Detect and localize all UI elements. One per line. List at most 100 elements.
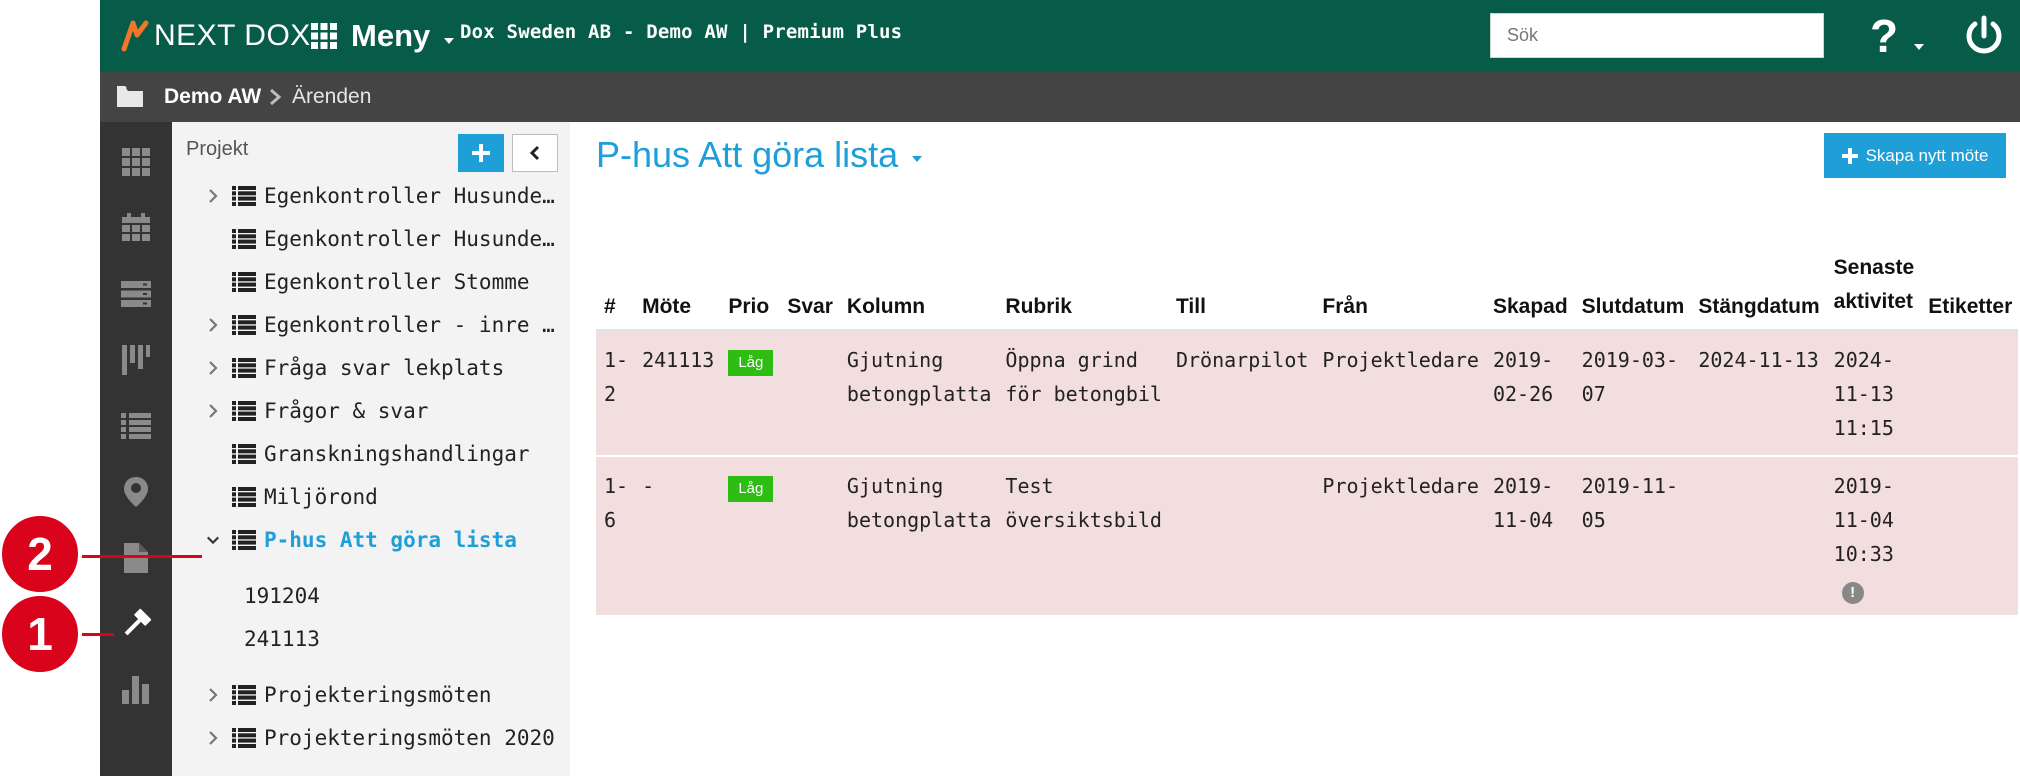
table-header-row: # Möte Prio Svar Kolumn Rubrik Till Från…	[596, 246, 2019, 331]
rail-statistics-button[interactable]	[118, 672, 154, 708]
chevron-down-icon	[444, 38, 455, 44]
cell-created: 2019-11-04	[1484, 456, 1574, 617]
gavel-icon	[124, 608, 152, 636]
plus-icon	[472, 144, 490, 162]
logo-text: NEXT DOX	[154, 19, 311, 52]
menu-label: Meny	[351, 18, 431, 53]
list-title-dropdown[interactable]: P-hus Att göra lista	[596, 134, 923, 176]
menu-button[interactable]: Meny	[311, 14, 455, 58]
chevron-right-icon[interactable]	[206, 317, 220, 333]
rail-server-button[interactable]	[118, 276, 154, 312]
chevron-right-icon[interactable]	[206, 730, 220, 746]
col-header[interactable]: Möte	[634, 246, 721, 331]
rail-calendar-button[interactable]	[118, 210, 154, 246]
folder-icon	[117, 86, 143, 107]
tree-item[interactable]: Miljörond	[172, 477, 570, 517]
nextdox-logo[interactable]: NEXT DOX	[120, 18, 311, 54]
cell-meeting: 241113	[634, 330, 721, 457]
project-tree-panel: Projekt Egenkontroller Husunderbyggnad Eg…	[172, 122, 570, 776]
tree-item[interactable]: Projekteringsmöten	[172, 675, 570, 715]
table-row[interactable]: 1-2 241113 Låg Gjutning betongplatta Öpp…	[596, 330, 2019, 457]
collapse-panel-button[interactable]	[512, 134, 558, 172]
list-icon	[232, 685, 256, 705]
breadcrumb-project[interactable]: Demo AW	[164, 85, 261, 109]
list-icon	[232, 315, 256, 335]
tree-item-label: P-hus Att göra lista	[264, 528, 517, 552]
tree-item[interactable]: Granskningshandlingar	[172, 434, 570, 474]
top-header: NEXT DOX Meny Dox Sweden AB - Demo AW | …	[100, 0, 2020, 72]
cell-tags	[1920, 456, 2019, 617]
tree-subitem-meeting[interactable]: 241113	[244, 627, 320, 651]
rail-gavel-button[interactable]	[118, 606, 154, 642]
company-title: Dox Sweden AB - Demo AW | Premium Plus	[460, 21, 903, 43]
tree-item[interactable]: Egenkontroller Husunderbyggnad	[172, 176, 570, 216]
rail-document-button[interactable]	[118, 540, 154, 576]
left-icon-rail	[100, 122, 172, 776]
cell-number: 1-2	[596, 330, 635, 457]
col-header[interactable]: Skapad	[1484, 246, 1574, 331]
col-header[interactable]: Slutdatum	[1573, 246, 1691, 331]
tree-item[interactable]: Egenkontroller Stomme	[172, 262, 570, 302]
cell-subject: Test översiktsbild	[997, 456, 1168, 617]
col-header[interactable]: Rubrik	[997, 246, 1168, 331]
rail-board-button[interactable]	[118, 342, 154, 378]
col-header[interactable]: Etiketter	[1920, 246, 2019, 331]
col-header[interactable]: Till	[1167, 246, 1315, 331]
cell-reply	[779, 456, 839, 617]
power-icon	[1966, 15, 2002, 54]
tree-item[interactable]: Frågor & svar	[172, 391, 570, 431]
chevron-down-icon[interactable]	[206, 532, 220, 548]
col-header[interactable]: #	[596, 246, 635, 331]
tree-item-label: Egenkontroller - inre beklädnad	[264, 313, 564, 337]
rail-apps-button[interactable]	[118, 144, 154, 180]
cell-due: 2019-03-07	[1573, 330, 1691, 457]
search-input[interactable]	[1490, 13, 1824, 58]
add-project-button[interactable]	[458, 134, 504, 172]
page-title: P-hus Att göra lista	[596, 134, 899, 175]
chevron-right-icon[interactable]	[206, 360, 220, 376]
chevron-right-icon[interactable]	[206, 403, 220, 419]
tree-item[interactable]: Projekteringsmöten 2020	[172, 718, 570, 758]
cell-number: 1-6	[596, 456, 635, 617]
table-row[interactable]: 1-6 - Låg Gjutning betongplatta Test öve…	[596, 456, 2019, 617]
calendar-icon	[122, 213, 150, 241]
cell-due: 2019-11-05	[1573, 456, 1691, 617]
chevron-left-icon	[529, 145, 540, 161]
logout-button[interactable]	[1962, 14, 2006, 58]
tree-item-label: Frågor & svar	[264, 399, 429, 423]
cell-created: 2019-02-26	[1484, 330, 1574, 457]
list-icon	[232, 487, 256, 507]
tree-subitem-meeting[interactable]: 191204	[244, 584, 320, 608]
tree-heading: Projekt	[186, 138, 249, 160]
col-header[interactable]: Senaste aktivitet	[1825, 246, 1921, 331]
cell-from: Projektledare	[1314, 456, 1485, 617]
tree-item[interactable]: Egenkontroller - inre beklädnad	[172, 305, 570, 345]
chevron-right-icon[interactable]	[206, 687, 220, 703]
tree-item[interactable]: Fråga svar lekplats	[172, 348, 570, 388]
cell-meeting: -	[634, 456, 721, 617]
chevron-down-icon	[912, 156, 923, 162]
rail-list-button[interactable]	[118, 408, 154, 444]
col-header[interactable]: Kolumn	[838, 246, 998, 331]
tree-item[interactable]: P-hus Att göra lista	[172, 520, 570, 560]
map-pin-icon	[124, 477, 148, 507]
create-meeting-button[interactable]: Skapa nytt möte	[1824, 133, 2006, 178]
create-meeting-label: Skapa nytt möte	[1865, 145, 1989, 165]
server-icon	[121, 281, 151, 307]
cell-tags	[1920, 330, 2019, 457]
info-icon[interactable]: !	[1841, 582, 1864, 604]
rail-map-button[interactable]	[118, 474, 154, 510]
col-header[interactable]: Stängdatum	[1690, 246, 1826, 331]
col-header[interactable]: Svar	[779, 246, 839, 331]
chevron-right-icon[interactable]	[206, 188, 220, 204]
help-button[interactable]: ?	[1870, 8, 1930, 64]
tree-item[interactable]: Egenkontroller Husunderbyggnad	[172, 219, 570, 259]
col-header[interactable]: Prio	[720, 246, 780, 331]
list-icon	[232, 186, 256, 206]
list-icon	[232, 229, 256, 249]
callout-marker-1: 1	[0, 592, 82, 676]
col-header[interactable]: Från	[1314, 246, 1485, 331]
board-icon	[122, 345, 150, 375]
issues-table: # Möte Prio Svar Kolumn Rubrik Till Från…	[596, 246, 2019, 617]
breadcrumb: Demo AW Ärenden	[100, 72, 2020, 122]
